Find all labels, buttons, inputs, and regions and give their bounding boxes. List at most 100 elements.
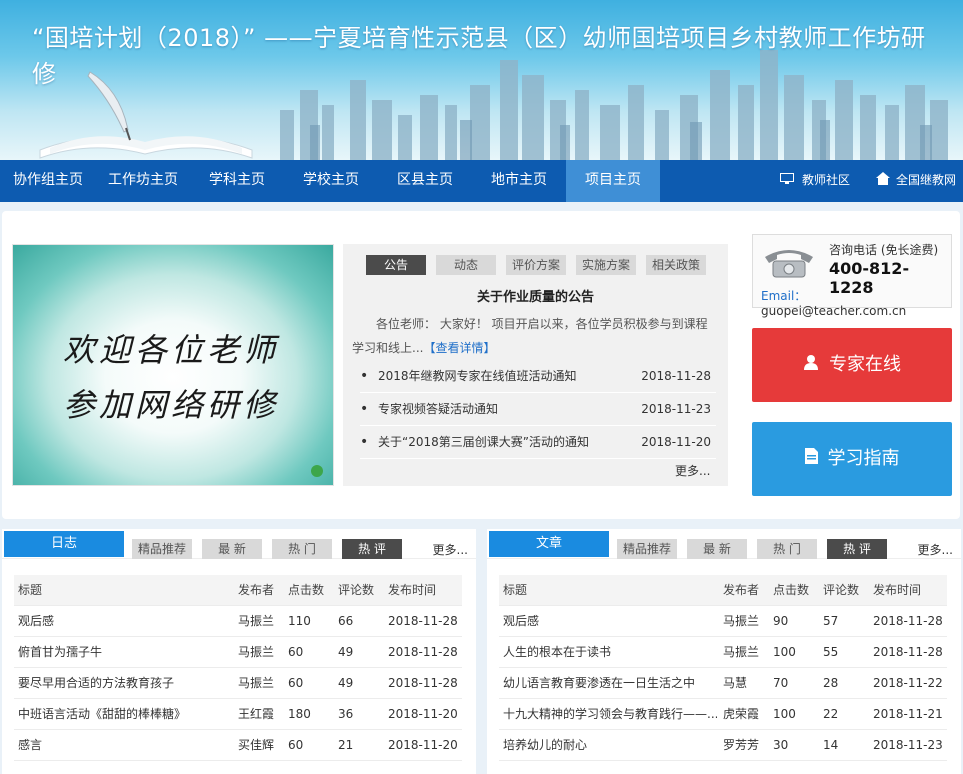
row-author[interactable]: 马振兰 bbox=[238, 668, 274, 699]
row-comments: 49 bbox=[338, 676, 354, 690]
row-title[interactable]: 中班语言活动《甜甜的棒棒糖》 bbox=[18, 699, 228, 730]
telephone-icon bbox=[765, 250, 813, 278]
article-tab-popular[interactable]: 热 门 bbox=[757, 539, 817, 559]
nav-item-project[interactable]: 项目主页 bbox=[566, 160, 660, 202]
col-title-header: 标题 bbox=[503, 583, 528, 597]
blog-panel: 日志 精品推荐 最 新 热 门 热 评 更多... 标题 发布者 点击数 评论数… bbox=[2, 529, 476, 774]
row-author[interactable]: 王红霞 bbox=[238, 699, 274, 730]
study-guide-button[interactable]: 学习指南 bbox=[752, 422, 952, 496]
slider-text-line1: 欢迎各位老师 bbox=[63, 331, 280, 369]
teacher-community-label: 教师社区 bbox=[802, 173, 851, 187]
row-clicks: 30 bbox=[773, 738, 789, 752]
row-date: 2018-11-28 bbox=[388, 676, 458, 690]
banner-title: “国培计划（2018）” ——宁夏培育性示范县（区）幼师国培项目乡村教师工作坊研… bbox=[32, 24, 926, 88]
row-date: 2018-11-23 bbox=[873, 738, 943, 752]
tab-news[interactable]: 动态 bbox=[436, 255, 496, 275]
contact-email: Email：guopei@teacher.com.cn bbox=[761, 287, 951, 318]
row-title[interactable]: 俯首甘为孺子牛 bbox=[18, 637, 228, 668]
row-date: 2018-11-22 bbox=[873, 676, 943, 690]
row-date: 2018-11-28 bbox=[873, 614, 943, 628]
blog-tab-most-commented[interactable]: 热 评 bbox=[342, 539, 402, 559]
row-title[interactable]: 十九大精神的学习领会与教育践行——... bbox=[503, 699, 717, 730]
slider-text-line2: 参加网络研修 bbox=[63, 386, 280, 424]
tab-evaluation-plan[interactable]: 评价方案 bbox=[506, 255, 566, 275]
article-panel: 文章 精品推荐 最 新 热 门 热 评 更多... 标题 发布者 点击数 评论数… bbox=[487, 529, 961, 774]
nav-item-city[interactable]: 地市主页 bbox=[472, 160, 566, 202]
col-date-header: 发布时间 bbox=[388, 583, 437, 597]
news-item-date: 2018-11-23 bbox=[641, 402, 711, 416]
news-item[interactable]: • 关于“2018第三届创课大赛”活动的通知 2018-11-20 bbox=[360, 426, 716, 459]
article-tab-latest[interactable]: 最 新 bbox=[687, 539, 747, 559]
slider-indicator-dot[interactable] bbox=[311, 465, 323, 477]
blog-more-link[interactable]: 更多... bbox=[433, 541, 468, 558]
row-title[interactable]: 感言 bbox=[18, 730, 228, 761]
article-panel-title[interactable]: 文章 bbox=[489, 531, 609, 557]
table-row[interactable]: 观后感 马振兰 110 66 2018-11-28 bbox=[14, 606, 462, 637]
hotline-label: 咨询电话 (免长途费) bbox=[829, 243, 939, 257]
table-row[interactable]: 要尽早用合适的方法教育孩子 马振兰 60 49 2018-11-28 bbox=[14, 668, 462, 699]
row-comments: 22 bbox=[823, 707, 839, 721]
table-row[interactable]: 幼儿语言教育要渗透在一日生活之中 马慧 70 28 2018-11-22 bbox=[499, 668, 947, 699]
nav-item-district[interactable]: 区县主页 bbox=[378, 160, 472, 202]
teacher-community-link[interactable]: 教师社区 bbox=[780, 160, 850, 202]
nav-item-workshop[interactable]: 工作坊主页 bbox=[96, 160, 190, 202]
row-clicks: 180 bbox=[288, 707, 311, 721]
news-item[interactable]: • 专家视频答疑活动通知 2018-11-23 bbox=[360, 393, 716, 426]
news-item-title: 专家视频答疑活动通知 bbox=[378, 402, 499, 416]
blog-panel-title[interactable]: 日志 bbox=[4, 531, 124, 557]
expert-online-button[interactable]: 专家在线 bbox=[752, 328, 952, 402]
table-row[interactable]: 观后感 马振兰 90 57 2018-11-28 bbox=[499, 606, 947, 637]
national-network-link[interactable]: 全国继教网 bbox=[876, 160, 956, 202]
table-row[interactable]: 十九大精神的学习领会与教育践行——... 虎荣霞 100 22 2018-11-… bbox=[499, 699, 947, 730]
table-row[interactable]: 人生的根本在于读书 马振兰 100 55 2018-11-28 bbox=[499, 637, 947, 668]
table-row[interactable]: 中班语言活动《甜甜的棒棒糖》 王红霞 180 36 2018-11-20 bbox=[14, 699, 462, 730]
table-row[interactable]: 感言 买佳辉 60 21 2018-11-20 bbox=[14, 730, 462, 761]
row-date: 2018-11-20 bbox=[388, 707, 458, 721]
news-item[interactable]: • 2018年继教网专家在线值班活动通知 2018-11-28 bbox=[360, 360, 716, 393]
row-title[interactable]: 观后感 bbox=[18, 606, 228, 637]
row-title[interactable]: 幼儿语言教育要渗透在一日生活之中 bbox=[503, 668, 717, 699]
tab-implementation-plan[interactable]: 实施方案 bbox=[576, 255, 636, 275]
row-author[interactable]: 马振兰 bbox=[723, 606, 759, 637]
blog-tab-latest[interactable]: 最 新 bbox=[202, 539, 262, 559]
article-more-link[interactable]: 更多... bbox=[918, 541, 953, 558]
row-title[interactable]: 要尽早用合适的方法教育孩子 bbox=[18, 668, 228, 699]
row-author[interactable]: 罗芳芳 bbox=[723, 730, 759, 761]
article-tab-most-commented[interactable]: 热 评 bbox=[827, 539, 887, 559]
row-title[interactable]: 观后感 bbox=[503, 606, 717, 637]
row-title[interactable]: 培养幼儿的耐心 bbox=[503, 730, 717, 761]
row-date: 2018-11-28 bbox=[388, 645, 458, 659]
image-slider[interactable]: 欢迎各位老师 参加网络研修 bbox=[12, 244, 334, 486]
blog-table: 标题 发布者 点击数 评论数 发布时间 观后感 马振兰 110 66 2018-… bbox=[14, 575, 462, 761]
row-author[interactable]: 马慧 bbox=[723, 668, 747, 699]
study-guide-label: 学习指南 bbox=[827, 448, 900, 469]
news-item-title: 关于“2018第三届创课大赛”活动的通知 bbox=[378, 435, 589, 449]
row-title[interactable]: 人生的根本在于读书 bbox=[503, 637, 717, 668]
tab-announcement[interactable]: 公告 bbox=[366, 255, 426, 275]
bullet-icon: • bbox=[360, 401, 369, 417]
national-network-label: 全国继教网 bbox=[896, 173, 957, 187]
row-author[interactable]: 马振兰 bbox=[238, 606, 274, 637]
row-author[interactable]: 虎荣霞 bbox=[723, 699, 759, 730]
blog-tab-featured[interactable]: 精品推荐 bbox=[132, 539, 192, 559]
col-date-header: 发布时间 bbox=[873, 583, 922, 597]
row-clicks: 100 bbox=[773, 645, 796, 659]
email-value[interactable]: guopei@teacher.com.cn bbox=[761, 304, 906, 318]
row-author[interactable]: 马振兰 bbox=[723, 637, 759, 668]
nav-item-school[interactable]: 学校主页 bbox=[284, 160, 378, 202]
row-clicks: 90 bbox=[773, 614, 789, 628]
notice-more-link[interactable]: 更多... bbox=[675, 462, 710, 479]
article-tab-featured[interactable]: 精品推荐 bbox=[617, 539, 677, 559]
col-author-header: 发布者 bbox=[238, 583, 275, 597]
row-author[interactable]: 马振兰 bbox=[238, 637, 274, 668]
nav-item-group[interactable]: 协作组主页 bbox=[0, 160, 96, 202]
nav-item-subject[interactable]: 学科主页 bbox=[190, 160, 284, 202]
table-row[interactable]: 培养幼儿的耐心 罗芳芳 30 14 2018-11-23 bbox=[499, 730, 947, 761]
document-icon bbox=[804, 422, 818, 496]
news-item-title: 2018年继教网专家在线值班活动通知 bbox=[378, 369, 577, 383]
tab-related-policy[interactable]: 相关政策 bbox=[646, 255, 706, 275]
blog-tab-popular[interactable]: 热 门 bbox=[272, 539, 332, 559]
table-row[interactable]: 俯首甘为孺子牛 马振兰 60 49 2018-11-28 bbox=[14, 637, 462, 668]
view-details-link[interactable]: 【查看详情】 bbox=[423, 341, 495, 355]
row-author[interactable]: 买佳辉 bbox=[238, 730, 274, 761]
